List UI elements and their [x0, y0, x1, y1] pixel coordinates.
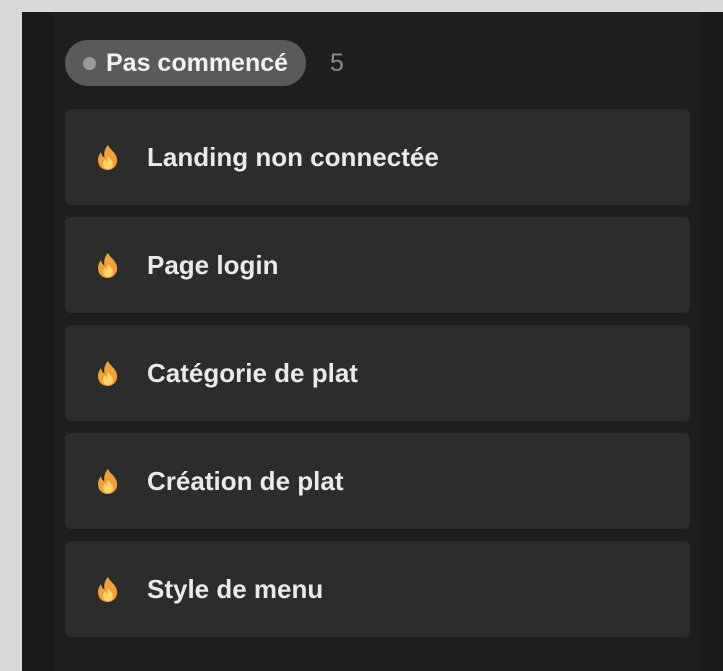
- fire-icon: [93, 250, 123, 280]
- status-badge[interactable]: Pas commencé: [65, 40, 307, 86]
- fire-icon: [93, 358, 123, 388]
- card-title: Page login: [147, 249, 279, 280]
- card-title: Style de menu: [147, 573, 324, 604]
- fire-icon: [93, 574, 123, 604]
- board-view: Pas commencé 5 Landing non connectée Pag…: [22, 12, 723, 671]
- status-label: Pas commencé: [106, 48, 289, 77]
- fire-icon: [93, 142, 123, 172]
- kanban-column-not-started: Pas commencé 5 Landing non connectée Pag…: [53, 12, 700, 671]
- card-title: Création de plat: [147, 465, 344, 496]
- card-list: Landing non connectée Page login Catégor…: [65, 109, 690, 649]
- card-item[interactable]: Création de plat: [65, 433, 690, 529]
- card-title: Catégorie de plat: [147, 357, 358, 388]
- column-header: Pas commencé 5: [65, 40, 344, 86]
- fire-icon: [93, 466, 123, 496]
- card-item[interactable]: Page login: [65, 217, 690, 313]
- card-count: 5: [330, 48, 344, 77]
- status-dot-icon: [83, 56, 96, 70]
- card-item[interactable]: Catégorie de plat: [65, 325, 690, 421]
- card-title: Landing non connectée: [147, 141, 439, 172]
- card-item[interactable]: Landing non connectée: [65, 109, 690, 205]
- card-item[interactable]: Style de menu: [65, 541, 690, 637]
